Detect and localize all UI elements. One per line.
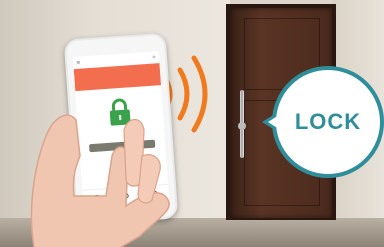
- lock-speech-bubble: LOCK: [272, 66, 384, 178]
- lock-label: LOCK: [294, 109, 362, 134]
- add-icon[interactable]: +: [152, 54, 157, 60]
- door-lock-plate: [238, 122, 246, 130]
- hand: [30, 114, 170, 247]
- menu-icon[interactable]: ≡: [76, 59, 81, 65]
- photo-scene: LOCK ≡ +: [0, 0, 384, 247]
- bubble-tail-inner: [268, 115, 279, 129]
